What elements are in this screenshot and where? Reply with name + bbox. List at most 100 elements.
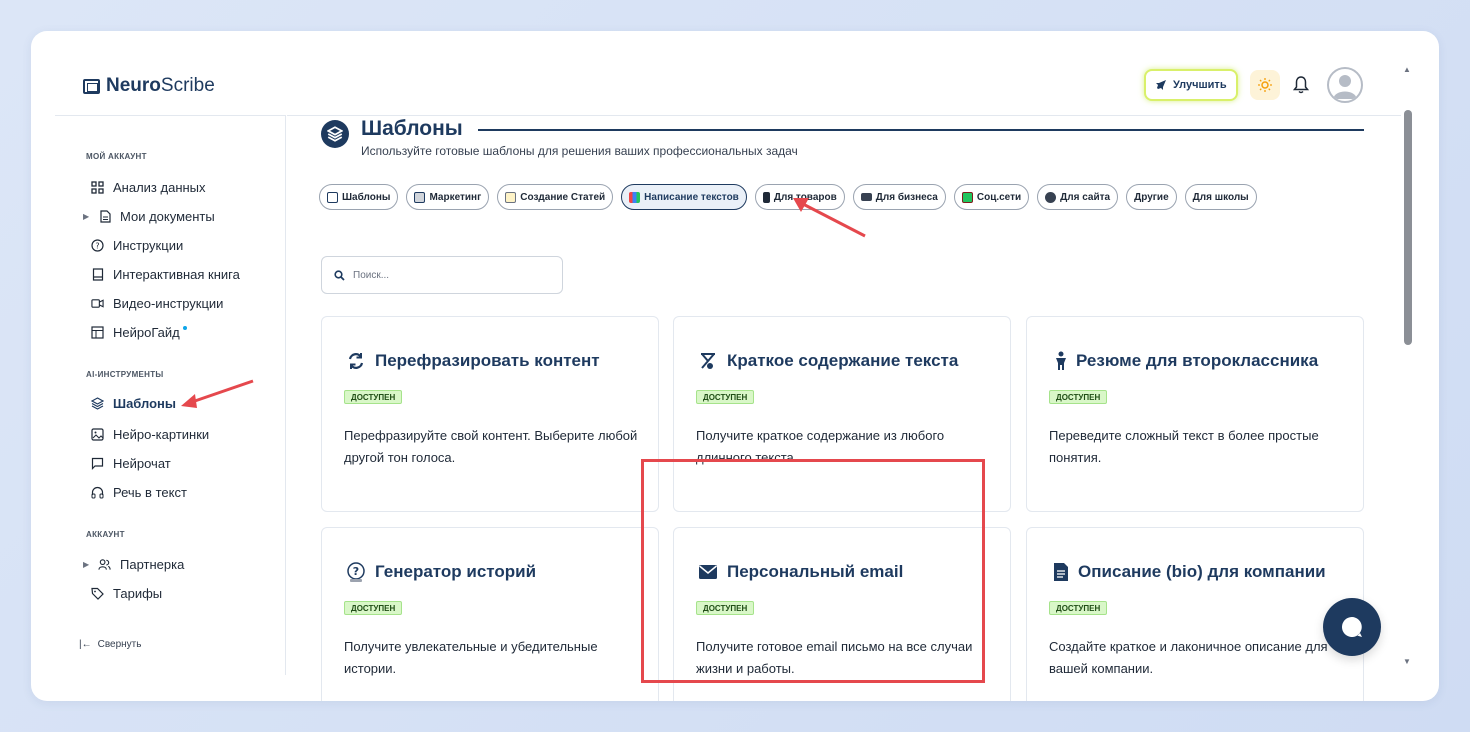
collapse-icon: |← bbox=[79, 639, 92, 650]
card-title: Описание (bio) для компании bbox=[1078, 562, 1326, 581]
sidebar-item-neuroguide[interactable]: НейроГайд bbox=[91, 322, 187, 342]
card-description: Получите увлекательные и убедительные ис… bbox=[344, 639, 598, 676]
tag-icon bbox=[91, 587, 104, 600]
bar-chart-icon bbox=[629, 191, 641, 203]
card-description: Создайте краткое и лаконичное описание д… bbox=[1049, 639, 1328, 676]
section-my-account: МОЙ АККАУНТ bbox=[86, 152, 147, 161]
logo-text: NeuroScribe bbox=[106, 75, 215, 96]
chat-widget-button[interactable] bbox=[1323, 598, 1381, 656]
status-badge: ДОСТУПЕН bbox=[344, 390, 403, 404]
theme-toggle-button[interactable] bbox=[1250, 70, 1280, 100]
tab-text-writing[interactable]: Написание текстов bbox=[621, 184, 747, 210]
status-badge: ДОСТУПЕН bbox=[696, 601, 755, 615]
rocket-icon bbox=[1156, 80, 1166, 90]
upgrade-button[interactable]: Улучшить bbox=[1144, 69, 1238, 101]
user-avatar-icon bbox=[1333, 75, 1357, 99]
svg-text:?: ? bbox=[95, 241, 99, 250]
calendar-icon bbox=[414, 191, 426, 203]
tab-other[interactable]: Другие bbox=[1126, 184, 1177, 210]
card-title: Персональный email bbox=[727, 562, 904, 581]
templates-title-icon bbox=[321, 120, 349, 148]
tab-article-creation[interactable]: Создание Статей bbox=[497, 184, 614, 210]
template-card-summary[interactable]: Краткое содержание текста ДОСТУПЕН Получ… bbox=[673, 316, 1011, 512]
template-card-company-bio[interactable]: Описание (bio) для компании ДОСТУПЕН Соз… bbox=[1026, 527, 1364, 701]
template-card-paraphrase[interactable]: Перефразировать контент ДОСТУПЕН Перефра… bbox=[321, 316, 659, 512]
sun-icon bbox=[1258, 78, 1272, 92]
sidebar-item-data-analysis[interactable]: Анализ данных bbox=[91, 177, 206, 197]
scrollbar-thumb[interactable] bbox=[1404, 110, 1412, 345]
tab-for-business[interactable]: Для бизнеса bbox=[852, 184, 946, 210]
sidebar-item-interactive-book[interactable]: Интерактивная книга bbox=[91, 264, 240, 284]
tab-for-website[interactable]: Для сайта bbox=[1037, 184, 1119, 210]
tab-social-networks[interactable]: Соц.сети bbox=[953, 184, 1030, 210]
status-badge: ДОСТУПЕН bbox=[696, 390, 755, 404]
category-tabs: Шаблоны Маркетинг Создание Статей Написа… bbox=[319, 184, 1257, 210]
new-indicator-dot bbox=[182, 326, 187, 330]
layers-icon bbox=[91, 396, 104, 410]
sidebar-item-video-instructions[interactable]: Видео-инструкции bbox=[91, 293, 223, 313]
upgrade-label: Улучшить bbox=[1173, 79, 1227, 91]
sidebar-item-templates[interactable]: Шаблоны bbox=[91, 393, 176, 413]
sidebar-item-neurochat[interactable]: Нейрочат bbox=[91, 453, 171, 473]
chat-bubble-icon bbox=[1342, 617, 1362, 637]
top-bar: NeuroScribe Улучшить bbox=[31, 31, 1401, 115]
chevron-right-icon: ▶ bbox=[83, 211, 90, 221]
scroll-down-arrow[interactable]: ▼ bbox=[1403, 657, 1411, 666]
chat-icon bbox=[91, 457, 104, 470]
help-circle-icon: ? bbox=[91, 238, 104, 252]
refresh-icon bbox=[345, 350, 367, 372]
tab-for-products[interactable]: Для товаров bbox=[754, 184, 845, 210]
image-icon bbox=[91, 427, 104, 441]
file-text-icon bbox=[1050, 561, 1072, 583]
search-placeholder: Поиск... bbox=[353, 269, 390, 281]
title-divider bbox=[478, 129, 1364, 131]
tab-for-school[interactable]: Для школы bbox=[1184, 184, 1257, 210]
sidebar-item-speech-to-text[interactable]: Речь в текст bbox=[91, 482, 187, 502]
status-badge: ДОСТУПЕН bbox=[1049, 390, 1108, 404]
template-card-story-generator[interactable]: ? Генератор историй ДОСТУПЕН Получите ув… bbox=[321, 527, 659, 701]
envelope-icon bbox=[697, 561, 719, 583]
card-title: Перефразировать контент bbox=[375, 351, 600, 370]
card-description: Переведите сложный текст в более простые… bbox=[1049, 428, 1319, 465]
bell-icon bbox=[1293, 76, 1309, 94]
logo-icon bbox=[83, 78, 100, 94]
section-ai-tools: AI-ИНСТРУМЕНТЫ bbox=[86, 370, 164, 379]
app-logo[interactable]: NeuroScribe bbox=[83, 75, 215, 97]
app-window: NeuroScribe Улучшить МОЙ АККАУНТ Анализ … bbox=[31, 31, 1439, 701]
card-description: Получите готовое email письмо на все слу… bbox=[696, 639, 973, 676]
notifications-button[interactable] bbox=[1291, 74, 1311, 96]
card-title: Резюме для второклассника bbox=[1076, 351, 1319, 370]
card-title: Генератор историй bbox=[375, 562, 537, 581]
abacus-icon bbox=[697, 350, 719, 372]
document-icon bbox=[98, 209, 111, 223]
sidebar-item-neuro-images[interactable]: Нейро-картинки bbox=[91, 424, 209, 444]
status-badge: ДОСТУПЕН bbox=[1049, 601, 1108, 615]
guide-icon bbox=[91, 325, 104, 339]
sidebar-item-instructions[interactable]: ? Инструкции bbox=[91, 235, 183, 255]
template-card-personal-email[interactable]: Персональный email ДОСТУПЕН Получите гот… bbox=[673, 527, 1011, 701]
memo-icon bbox=[505, 191, 517, 203]
search-icon bbox=[334, 269, 345, 281]
question-bubble-icon: ? bbox=[345, 561, 367, 583]
child-icon bbox=[1050, 350, 1072, 372]
tab-marketing[interactable]: Маркетинг bbox=[406, 184, 490, 210]
users-icon bbox=[98, 558, 111, 571]
sidebar-item-my-documents[interactable]: ▶ Мои документы bbox=[83, 206, 215, 226]
sidebar: МОЙ АККАУНТ Анализ данных ▶ Мои документ… bbox=[55, 115, 286, 675]
video-icon bbox=[91, 297, 104, 310]
social-book-icon bbox=[961, 191, 973, 203]
checkbox-icon bbox=[327, 191, 338, 203]
status-badge: ДОСТУПЕН bbox=[344, 601, 403, 615]
grid-icon bbox=[91, 180, 104, 194]
card-description: Перефразируйте свой контент. Выберите лю… bbox=[344, 428, 638, 465]
sidebar-item-partners[interactable]: ▶ Партнерка bbox=[83, 554, 184, 574]
avatar[interactable] bbox=[1327, 67, 1363, 103]
sidebar-item-tariffs[interactable]: Тарифы bbox=[91, 583, 162, 603]
page-title: Шаблоны bbox=[361, 117, 463, 140]
chevron-right-icon: ▶ bbox=[83, 559, 90, 569]
search-input[interactable]: Поиск... bbox=[321, 256, 563, 294]
scroll-up-arrow[interactable]: ▲ bbox=[1403, 65, 1411, 74]
template-card-second-grader-summary[interactable]: Резюме для второклассника ДОСТУПЕН Перев… bbox=[1026, 316, 1364, 512]
collapse-sidebar-button[interactable]: |← Свернуть bbox=[79, 639, 141, 650]
tab-templates[interactable]: Шаблоны bbox=[319, 184, 399, 210]
